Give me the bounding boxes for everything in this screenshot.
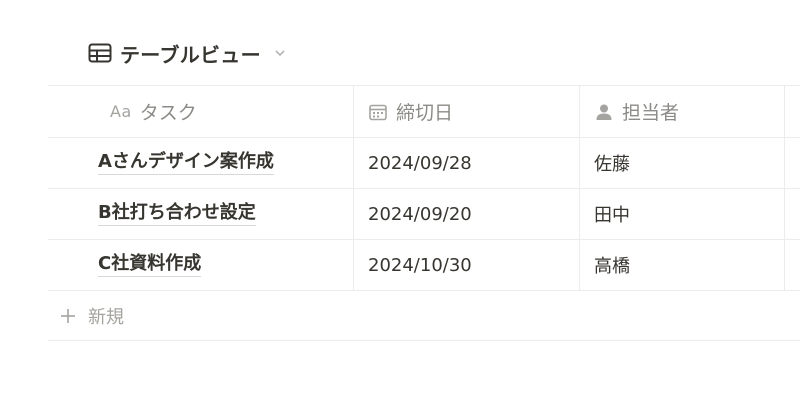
assignee-cell[interactable]: 佐藤 [579, 138, 784, 188]
table-row[interactable]: C社資料作成 2024/10/30 高橋 [48, 239, 800, 290]
column-header-label: 締切日 [396, 102, 454, 124]
assignee-value: 佐藤 [594, 154, 630, 175]
assignee-value: 高橋 [594, 256, 630, 277]
table-icon [88, 43, 112, 63]
extra-cell [784, 138, 800, 188]
chevron-down-icon[interactable] [273, 46, 287, 60]
task-cell[interactable]: B社打ち合わせ設定 [48, 189, 353, 239]
assignee-cell[interactable]: 田中 [579, 189, 784, 239]
calendar-icon [368, 102, 388, 122]
column-header-label: 担当者 [622, 102, 680, 124]
task-cell[interactable]: C社資料作成 [48, 240, 353, 290]
column-header-extra [784, 86, 800, 137]
assignee-value: 田中 [594, 205, 630, 226]
deadline-value: 2024/09/20 [368, 203, 472, 225]
add-new-row-button[interactable]: 新規 [48, 290, 800, 341]
task-title[interactable]: Aさんデザイン案作成 [98, 151, 274, 175]
view-title: テーブルビュー [120, 42, 261, 67]
column-header-task[interactable]: Aa タスク [48, 86, 353, 137]
add-new-label: 新規 [88, 306, 124, 328]
column-header-assignee[interactable]: 担当者 [579, 86, 784, 137]
column-header-label: タスク [139, 102, 197, 124]
task-title[interactable]: C社資料作成 [98, 253, 202, 277]
assignee-cell[interactable]: 高橋 [579, 240, 784, 290]
deadline-value: 2024/09/28 [368, 152, 472, 174]
table-row[interactable]: B社打ち合わせ設定 2024/09/20 田中 [48, 188, 800, 239]
plus-icon [58, 306, 78, 326]
extra-cell [784, 240, 800, 290]
table-row[interactable]: Aさんデザイン案作成 2024/09/28 佐藤 [48, 137, 800, 188]
deadline-cell[interactable]: 2024/09/20 [353, 189, 579, 239]
text-type-icon: Aa [110, 102, 132, 121]
person-icon [594, 102, 614, 122]
deadline-cell[interactable]: 2024/09/28 [353, 138, 579, 188]
deadline-value: 2024/10/30 [368, 254, 472, 276]
task-cell[interactable]: Aさんデザイン案作成 [48, 138, 353, 188]
task-title[interactable]: B社打ち合わせ設定 [98, 202, 256, 226]
deadline-cell[interactable]: 2024/10/30 [353, 240, 579, 290]
database-table: Aa タスク 締切日 担当者 Aさんデザイン案作成 2024/09/28 佐藤 … [48, 85, 800, 341]
column-header-deadline[interactable]: 締切日 [353, 86, 579, 137]
extra-cell [784, 189, 800, 239]
view-selector[interactable]: テーブルビュー [88, 38, 287, 68]
table-header-row: Aa タスク 締切日 担当者 [48, 85, 800, 137]
